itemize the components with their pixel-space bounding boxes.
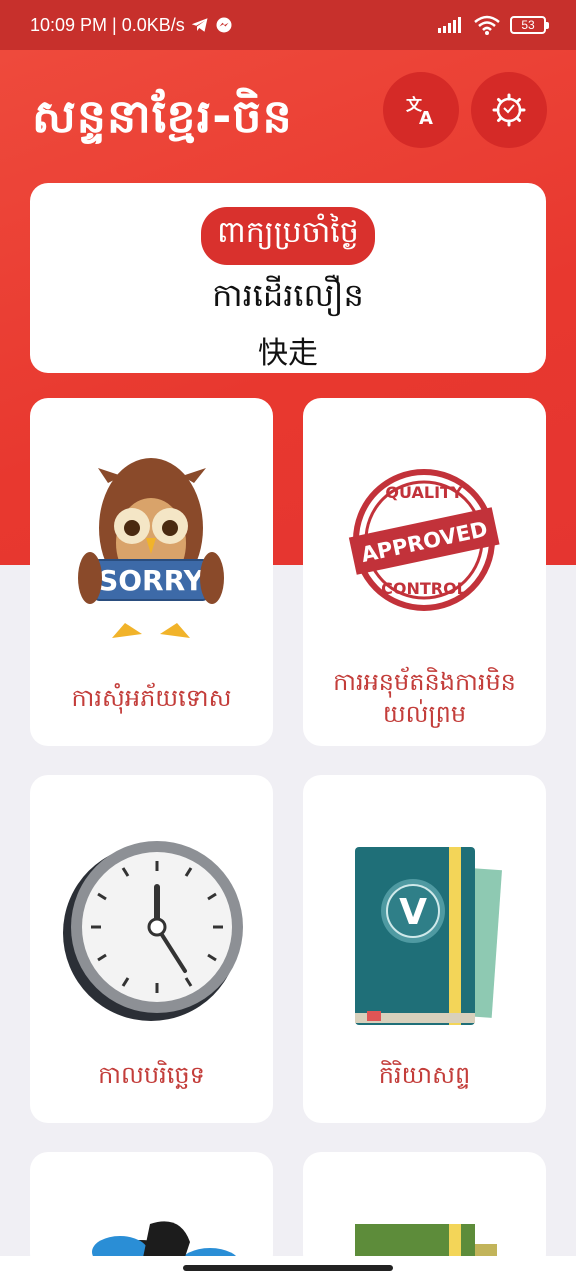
clock-icon <box>63 841 243 1021</box>
messenger-icon <box>216 17 232 33</box>
translate-icon: 文 A <box>406 95 433 128</box>
daily-word-khmer: ការដើរលឿន <box>212 276 364 314</box>
status-right: 53 <box>438 15 549 35</box>
status-time: 10:09 PM | 0.0KB/s <box>30 14 185 35</box>
approved-stamp-icon: QUALITY CONTROL APPROVED <box>348 469 500 611</box>
wifi-icon <box>474 15 500 35</box>
settings-button[interactable] <box>471 72 547 148</box>
status-left: 10:09 PM | 0.0KB/s <box>30 15 233 36</box>
verb-book-icon: V <box>355 847 502 1025</box>
category-label: កាលបរិច្ឆេទ <box>98 1061 205 1089</box>
sorry-owl-icon: SORRY <box>78 458 224 638</box>
translate-button[interactable]: 文 A <box>383 72 459 148</box>
signal-icon <box>438 17 461 33</box>
category-approval[interactable]: QUALITY CONTROL APPROVED ការអនុម័តនិងការ… <box>303 398 546 746</box>
daily-word-chinese: 快走 <box>258 336 318 371</box>
animal-icon <box>92 1221 240 1272</box>
category-label: កិរិយាសព្ទ <box>378 1061 471 1089</box>
battery-icon: 53 <box>510 16 549 34</box>
category-label: ការសុំអភ័យទោស <box>71 684 232 712</box>
category-datetime[interactable]: កាលបរិច្ឆេទ <box>30 775 273 1123</box>
category-card[interactable] <box>303 1152 546 1272</box>
app-title: សន្ទនាខ្មែរ-ចិន <box>32 89 293 143</box>
stamp-bottom-text: CONTROL <box>381 579 467 598</box>
category-card[interactable] <box>30 1152 273 1272</box>
gear-icon <box>492 93 526 127</box>
category-verbs[interactable]: V កិរិយាសព្ទ <box>303 775 546 1123</box>
book-icon <box>355 1224 497 1272</box>
home-indicator[interactable] <box>183 1265 393 1271</box>
daily-word-card[interactable]: ពាក្យប្រចាំថ្ងៃ ការដើរលឿន 快走 <box>30 183 546 373</box>
daily-word-badge: ពាក្យប្រចាំថ្ងៃ <box>201 207 375 265</box>
category-label: ការអនុម័តនិងការមិនយល់ព្រម <box>333 668 516 728</box>
svg-text:A: A <box>419 108 433 128</box>
book-letter: V <box>399 892 427 933</box>
stamp-top-text: QUALITY <box>385 483 463 502</box>
category-apology[interactable]: SORRY ការសុំអភ័យទោស <box>30 398 273 746</box>
status-bar: 10:09 PM | 0.0KB/s 53 <box>0 0 576 50</box>
sorry-sign-text: SORRY <box>98 564 205 597</box>
battery-level: 53 <box>521 18 535 32</box>
telegram-icon <box>191 18 208 32</box>
